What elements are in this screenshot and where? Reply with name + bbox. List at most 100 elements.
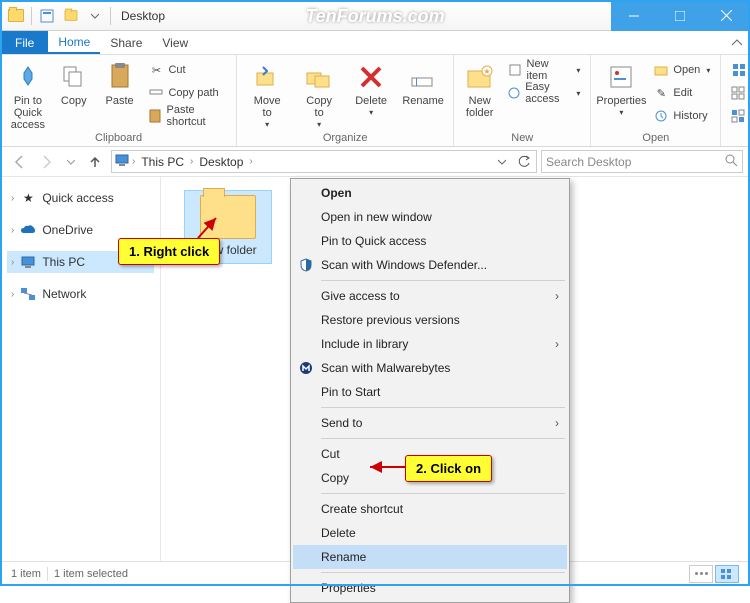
- ctx-create-shortcut[interactable]: Create shortcut: [293, 497, 567, 521]
- pin-quick-access-button[interactable]: Pin to Quick access: [7, 57, 49, 131]
- chevron-right-icon: ›: [555, 416, 559, 430]
- ctx-send-to[interactable]: Send to›: [293, 411, 567, 435]
- organize-group-label: Organize: [243, 131, 447, 146]
- clipboard-group-label: Clipboard: [7, 131, 230, 146]
- history-icon: [653, 108, 669, 124]
- nav-pane: › ★ Quick access › OneDrive › This PC › …: [1, 177, 161, 561]
- star-icon: ★: [20, 190, 36, 206]
- svg-text:★: ★: [483, 67, 490, 76]
- select-group-label: Select: [727, 131, 750, 146]
- search-box[interactable]: Search Desktop: [541, 150, 743, 173]
- ribbon: Pin to Quick access Copy Paste ✂Cut Copy…: [1, 55, 749, 147]
- open-icon: [653, 62, 669, 78]
- ctx-pin-quick-access[interactable]: Pin to Quick access: [293, 229, 567, 253]
- refresh-button[interactable]: [514, 150, 534, 174]
- search-icon: [724, 153, 738, 170]
- copy-to-button[interactable]: Copy to▾: [295, 57, 343, 130]
- edit-icon: ✎: [653, 85, 669, 101]
- invert-selection-button[interactable]: Invert selection: [727, 105, 750, 127]
- paste-button[interactable]: Paste: [99, 57, 141, 107]
- tab-view[interactable]: View: [152, 31, 198, 54]
- recent-dropdown[interactable]: [63, 150, 79, 174]
- ctx-properties[interactable]: Properties: [293, 576, 567, 600]
- context-menu: Open Open in new window Pin to Quick acc…: [290, 178, 570, 603]
- tab-home[interactable]: Home: [48, 31, 100, 54]
- nav-quick-access[interactable]: › ★ Quick access: [7, 187, 154, 209]
- select-none-button[interactable]: Select none: [727, 82, 750, 104]
- view-icons-button[interactable]: [715, 565, 739, 583]
- ctx-include-library[interactable]: Include in library›: [293, 332, 567, 356]
- ctx-give-access[interactable]: Give access to›: [293, 284, 567, 308]
- maximize-button[interactable]: [657, 1, 703, 31]
- properties-button[interactable]: Properties▾: [597, 57, 645, 118]
- paste-shortcut-button[interactable]: Paste shortcut: [144, 105, 230, 127]
- copy-button[interactable]: Copy: [53, 57, 95, 107]
- collapse-ribbon-icon[interactable]: [725, 31, 749, 54]
- new-item-button[interactable]: New item▾: [503, 59, 584, 81]
- titlebar: Desktop: [1, 1, 749, 31]
- select-all-icon: [731, 62, 747, 78]
- cloud-icon: [20, 222, 36, 238]
- ctx-malwarebytes[interactable]: Scan with Malwarebytes: [293, 356, 567, 380]
- shield-icon: [297, 256, 315, 274]
- pc-icon: [114, 152, 130, 171]
- paste-label: Paste: [106, 95, 134, 107]
- window-title: Desktop: [117, 9, 611, 23]
- close-button[interactable]: [703, 1, 749, 31]
- delete-button[interactable]: Delete▾: [347, 57, 395, 118]
- address-box[interactable]: › This PC › Desktop ›: [111, 150, 537, 173]
- ctx-pin-start[interactable]: Pin to Start: [293, 380, 567, 404]
- search-placeholder: Search Desktop: [546, 155, 631, 169]
- ctx-restore-versions[interactable]: Restore previous versions: [293, 308, 567, 332]
- ctx-delete[interactable]: Delete: [293, 521, 567, 545]
- new-folder-button[interactable]: ★ New folder: [460, 57, 499, 119]
- status-item-count: 1 item: [11, 568, 41, 580]
- select-all-button[interactable]: Select all: [727, 59, 750, 81]
- ctx-open-new-window[interactable]: Open in new window: [293, 205, 567, 229]
- expand-icon: ›: [11, 193, 14, 204]
- forward-button[interactable]: [35, 150, 59, 174]
- invert-selection-icon: [731, 108, 745, 124]
- cut-button[interactable]: ✂Cut: [144, 59, 230, 81]
- cut-icon: ✂: [148, 62, 164, 78]
- ctx-open[interactable]: Open: [293, 181, 567, 205]
- up-button[interactable]: [83, 150, 107, 174]
- easy-access-icon: [507, 85, 521, 101]
- new-item-icon: [507, 62, 522, 78]
- edit-button[interactable]: ✎Edit: [649, 82, 714, 104]
- pin-label: Pin to Quick access: [7, 95, 49, 131]
- crumb-desktop[interactable]: Desktop: [195, 155, 247, 169]
- network-icon: [20, 286, 36, 302]
- copy-path-icon: [148, 85, 164, 101]
- qat-dropdown-icon[interactable]: [84, 5, 106, 27]
- paste-shortcut-icon: [148, 108, 162, 124]
- menubar: File Home Share View: [1, 31, 749, 55]
- back-button[interactable]: [7, 150, 31, 174]
- address-bar: › This PC › Desktop › Search Desktop: [1, 147, 749, 177]
- open-button[interactable]: Open▾: [649, 59, 714, 81]
- folder-icon: [200, 195, 256, 239]
- file-tab[interactable]: File: [1, 31, 48, 54]
- malwarebytes-icon: [297, 359, 315, 377]
- ctx-defender[interactable]: Scan with Windows Defender...: [293, 253, 567, 277]
- callout-2: 2. Click on: [405, 455, 492, 482]
- nav-network[interactable]: › Network: [7, 283, 154, 305]
- history-button[interactable]: History: [649, 105, 714, 127]
- copypath-button[interactable]: Copy path: [144, 82, 230, 104]
- minimize-button[interactable]: [611, 1, 657, 31]
- address-dropdown-icon[interactable]: [492, 150, 512, 174]
- rename-button[interactable]: Rename: [399, 57, 447, 107]
- tab-share[interactable]: Share: [100, 31, 152, 54]
- qat-properties-icon[interactable]: [36, 5, 58, 27]
- easy-access-button[interactable]: Easy access▾: [503, 82, 584, 104]
- folder-icon: [5, 5, 27, 27]
- status-selected: 1 item selected: [54, 568, 128, 580]
- move-to-button[interactable]: Move to▾: [243, 57, 291, 130]
- view-details-button[interactable]: [689, 565, 713, 583]
- callout-1: 1. Right click: [118, 238, 220, 265]
- chevron-right-icon: ›: [555, 337, 559, 351]
- crumb-thispc[interactable]: This PC: [137, 155, 188, 169]
- qat-newfolder-icon[interactable]: [60, 5, 82, 27]
- open-group-label: Open: [597, 131, 714, 146]
- ctx-rename[interactable]: Rename: [293, 545, 567, 569]
